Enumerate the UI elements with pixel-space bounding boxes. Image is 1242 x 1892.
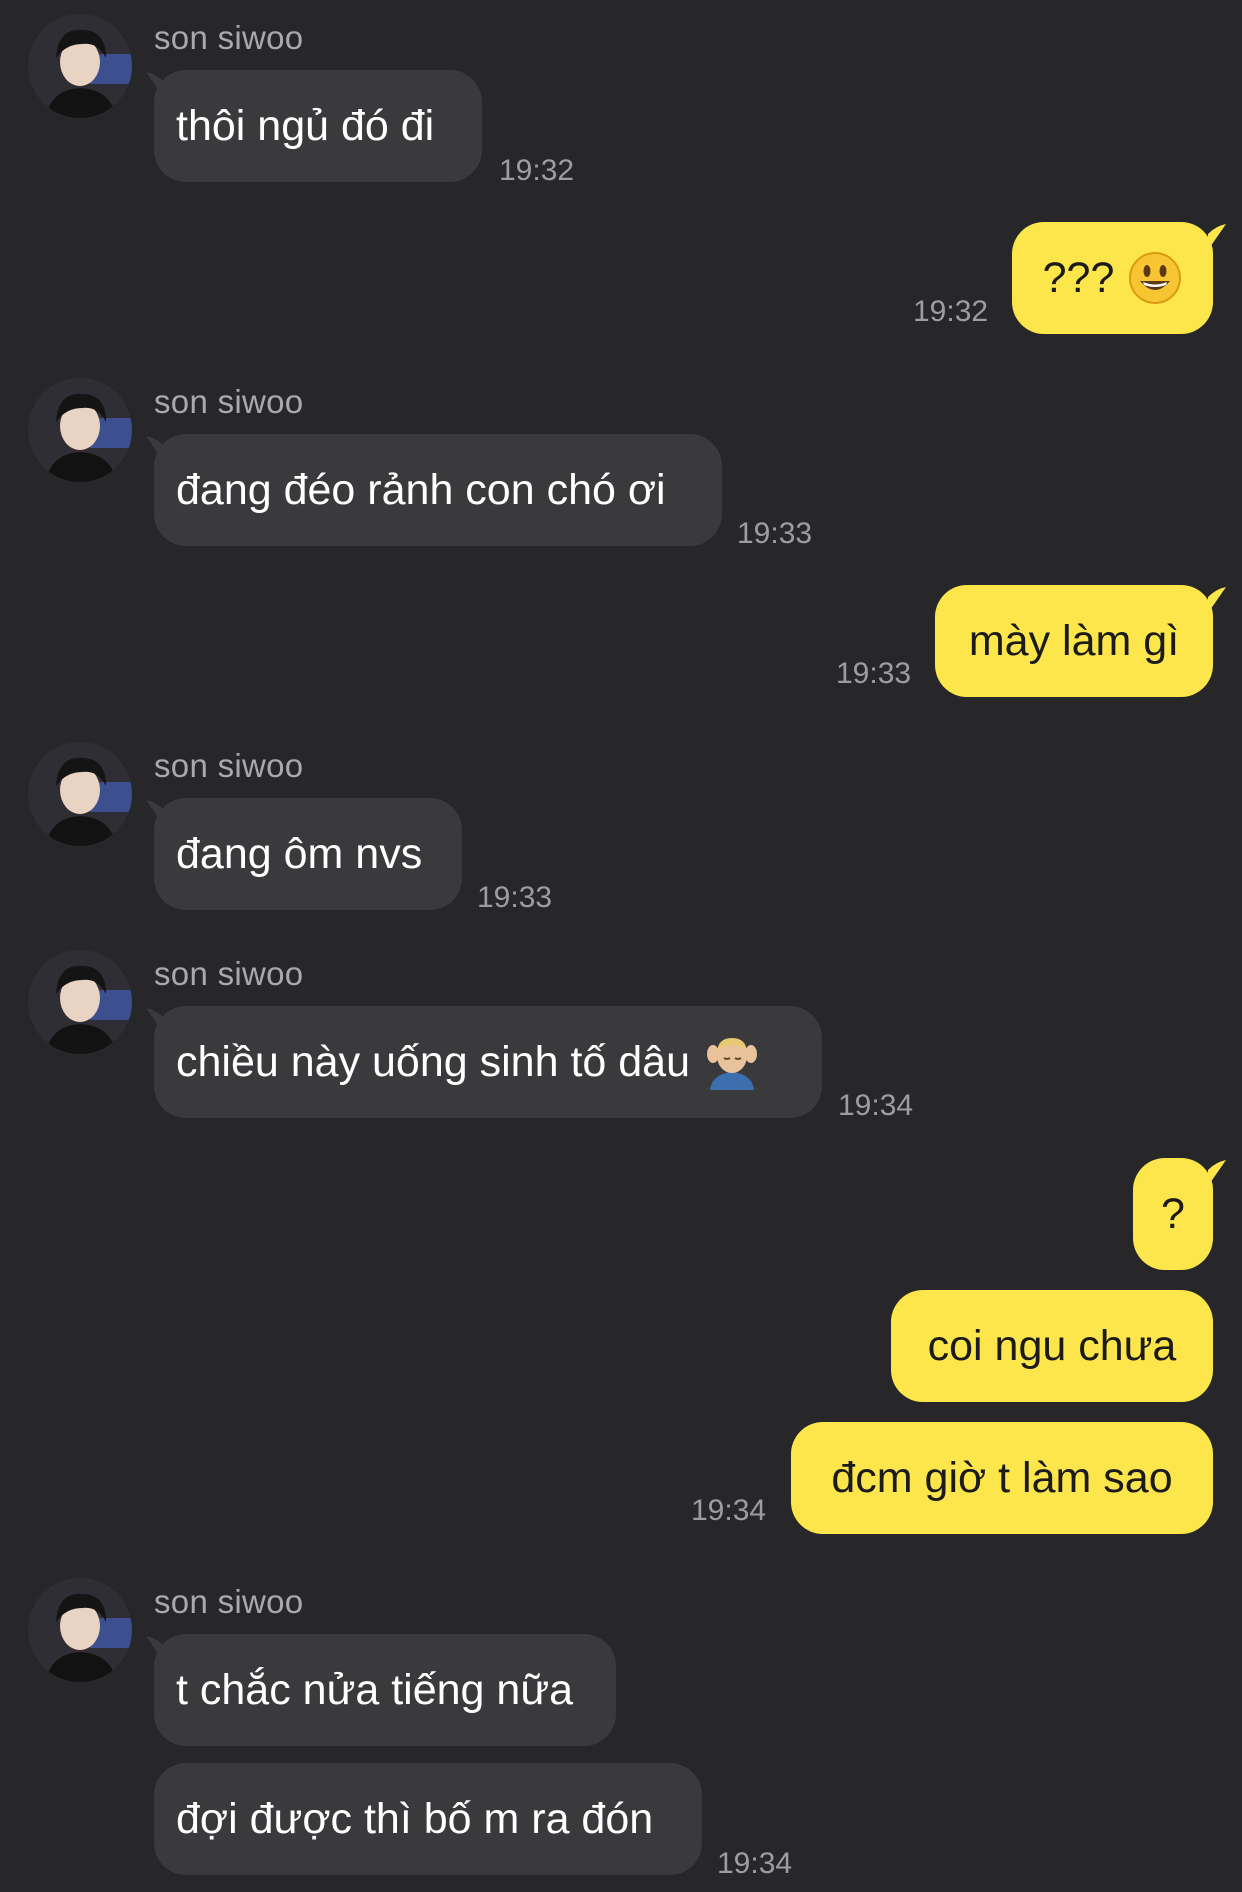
message-bubble[interactable]: đợi được thì bố m ra đón [154,1763,702,1875]
message-text: đang đéo rảnh con chó ơi [176,465,666,514]
message-text: thôi ngủ đó đi [176,101,435,150]
message-bubble[interactable]: đang đéo rảnh con chó ơi [154,434,722,546]
message-time: 19:32 [499,154,575,187]
message-text: đợi được thì bố m ra đón [176,1794,654,1843]
message-text: ??? [1042,253,1115,302]
profile-photo-icon [28,1578,132,1682]
message-bubble[interactable]: t chắc nửa tiếng nữa [154,1634,616,1746]
message-time: 19:32 [913,295,989,328]
bubble-tail [1208,1160,1226,1186]
message-time: 19:34 [691,1494,767,1527]
message-bubble[interactable]: ? [1133,1158,1213,1270]
sender-name: son siwoo [154,955,304,992]
grinning-face-emoji [1129,252,1182,304]
bubble-tail [1208,224,1226,250]
message-bubble[interactable]: coi ngu chưa [891,1290,1213,1402]
message-bubble[interactable]: chiều này uống sinh tố dâu [154,1006,822,1118]
message-time: 19:34 [838,1089,914,1122]
sender-name: son siwoo [154,383,304,420]
sender-name: son siwoo [154,747,304,784]
message-text: mày làm gì [968,616,1180,665]
message-bubble[interactable]: mày làm gì [935,585,1213,697]
message-bubble[interactable]: ??? [1012,222,1213,334]
message-time: 19:34 [717,1847,793,1880]
message-bubble[interactable]: đang ôm nvs [154,798,462,910]
man-getting-massage-emoji [707,1038,758,1090]
avatar[interactable] [28,14,132,118]
profile-photo-icon [28,378,132,482]
message-bubble[interactable]: đcm giờ t làm sao [791,1422,1213,1534]
sender-name: son siwoo [154,1583,304,1620]
message-time: 19:33 [477,881,553,914]
sender-name: son siwoo [154,19,304,56]
avatar[interactable] [28,1578,132,1682]
avatar[interactable] [28,378,132,482]
avatar[interactable] [28,950,132,1054]
message-time: 19:33 [836,657,912,690]
bubble-tail [1208,587,1226,613]
profile-photo-icon [28,950,132,1054]
message-text: ? [1161,1189,1185,1238]
profile-photo-icon [28,14,132,118]
profile-photo-icon [28,742,132,846]
avatar[interactable] [28,742,132,846]
message-text: chiều này uống sinh tố dâu [176,1037,691,1086]
message-bubble[interactable]: thôi ngủ đó đi [154,70,482,182]
message-text: đcm giờ t làm sao [831,1453,1173,1502]
message-text: coi ngu chưa [927,1321,1177,1370]
message-text: đang ôm nvs [176,829,423,878]
message-text: t chắc nửa tiếng nữa [176,1665,574,1714]
message-time: 19:33 [737,517,813,550]
